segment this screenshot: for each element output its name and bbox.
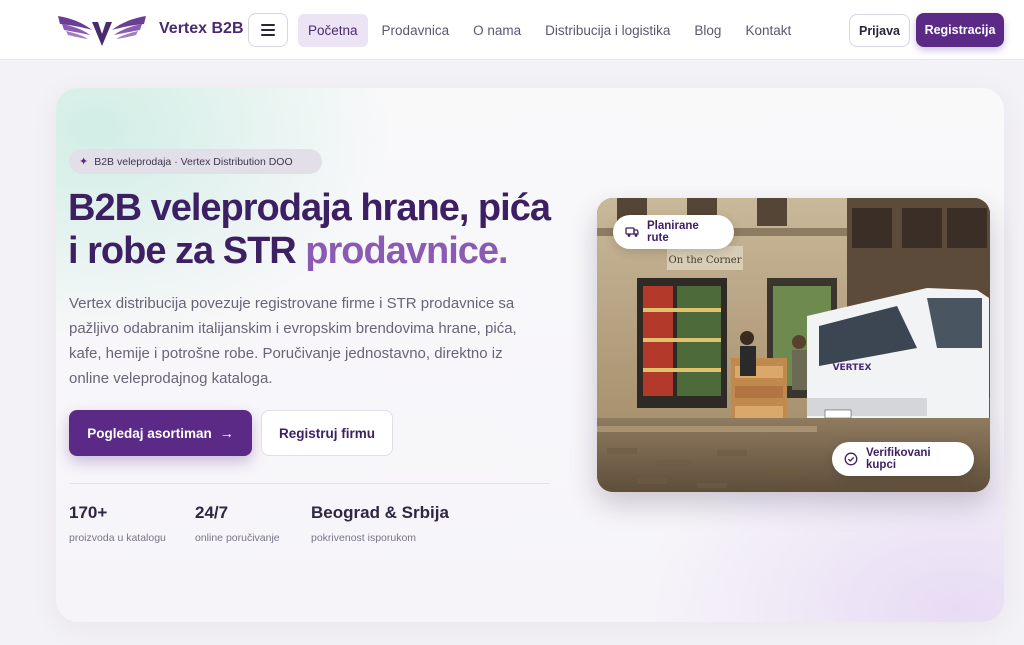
stat-value: 24/7 <box>195 503 229 522</box>
arrow-right-icon: → <box>219 425 234 441</box>
brand-name[interactable]: Vertex B2B <box>159 20 244 38</box>
hero-lead: Vertex distribucija povezuje registrovan… <box>69 295 517 387</box>
register-company-button[interactable]: Registruj firmu <box>261 410 393 456</box>
main-nav: Početna Prodavnica O nama Distribucija i… <box>298 14 805 47</box>
check-circle-icon <box>844 452 858 466</box>
nav-item-kontakt[interactable]: Kontakt <box>735 14 801 47</box>
view-assortment-button[interactable]: Pogledaj asortiman → <box>69 410 252 456</box>
hero-title-part2: za STR <box>175 230 297 272</box>
hero-badge-text: B2B veleprodaja · Vertex Distribution DO… <box>94 155 293 168</box>
stat-label: proizvoda u katalogu <box>69 532 166 544</box>
stat-label: pokrivenost isporukom <box>311 532 417 544</box>
nav-item-pocetna[interactable]: Početna <box>298 14 368 47</box>
menu-button[interactable] <box>248 13 288 47</box>
nav-item-blog[interactable]: Blog <box>684 14 731 47</box>
chip-verified-buyers: Verifikovani kupci <box>832 442 974 476</box>
hamburger-icon <box>261 24 275 36</box>
van-brand-text: VERTEX <box>833 363 872 373</box>
view-assortment-label: Pogledaj asortiman <box>87 425 212 441</box>
stat-value: Beograd & Srbija <box>311 503 449 522</box>
login-button[interactable]: Prijava <box>849 14 910 47</box>
stat-coverage: Beograd & Srbija pokrivenost isporukom <box>311 503 449 544</box>
nav-item-distribucija[interactable]: Distribucija i logistika <box>535 14 680 47</box>
truck-icon <box>625 226 639 238</box>
hero-title: B2B veleprodaja hrane, pića i robe za ST… <box>68 187 568 273</box>
sparkle-icon: ✦ <box>79 156 89 168</box>
chip-planned-routes-text: Planirane rute <box>647 220 699 244</box>
hero-divider <box>69 483 549 484</box>
register-button[interactable]: Registracija <box>916 13 1004 47</box>
shop-sign-text: On the Corner <box>669 255 742 266</box>
hero-title-accent: prodavnice. <box>305 230 508 272</box>
chip-verified-buyers-text: Verifikovani kupci <box>866 447 931 471</box>
vertex-logo[interactable] <box>56 12 148 48</box>
hero-badge: ✦ B2B veleprodaja · Vertex Distribution … <box>69 149 322 174</box>
chip-planned-routes: Planirane rute <box>613 215 734 249</box>
stat-products: 170+ proizvoda u katalogu <box>69 503 166 544</box>
nav-item-o-nama[interactable]: O nama <box>463 14 531 47</box>
stat-label: online poručivanje <box>195 532 280 544</box>
site-header: Vertex B2B Početna Prodavnica O nama Dis… <box>0 0 1024 60</box>
vertex-wings-logo-icon <box>58 16 146 46</box>
nav-item-prodavnica[interactable]: Prodavnica <box>372 14 460 47</box>
stat-value: 170+ <box>69 503 108 522</box>
stat-ordering: 24/7 online poručivanje <box>195 503 280 544</box>
